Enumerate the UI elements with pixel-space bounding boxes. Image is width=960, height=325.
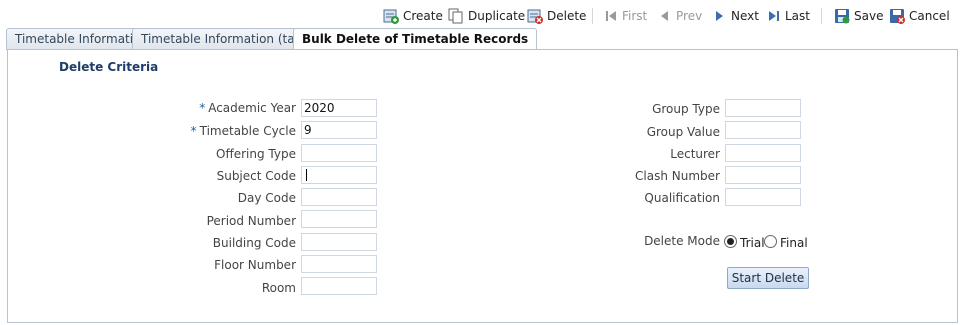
prev-icon [661, 11, 668, 21]
timetable-cycle-field[interactable]: 9 [301, 121, 377, 139]
delete-mode-trial-label: Trial [740, 236, 765, 250]
next-button[interactable]: Next [713, 6, 759, 26]
period-number-field[interactable] [301, 210, 377, 228]
day-code-label: Day Code [237, 191, 296, 205]
start-delete-button[interactable]: Start Delete [727, 267, 809, 289]
group-value-field[interactable] [725, 121, 801, 139]
tab-bulk-delete[interactable]: Bulk Delete of Timetable Records [293, 28, 538, 51]
next-label: Next [731, 9, 759, 23]
timetable-cycle-label-text: Timetable Cycle [199, 124, 296, 138]
last-button[interactable]: Last [767, 6, 810, 26]
floor-number-field[interactable] [301, 255, 377, 273]
timetable-cycle-label: * Timetable Cycle [126, 124, 296, 138]
offering-type-label: Offering Type [216, 147, 296, 161]
period-number-label: Period Number [206, 214, 296, 228]
qualification-label: Qualification [644, 191, 720, 205]
delete-mode-final-radio[interactable] [764, 235, 777, 248]
room-field[interactable] [301, 277, 377, 295]
day-code-field[interactable] [301, 188, 377, 206]
group-value-label: Group Value [646, 125, 720, 139]
create-label: Create [403, 9, 443, 23]
text-cursor [306, 169, 307, 181]
prev-button[interactable]: Prev [658, 6, 702, 26]
lecturer-label: Lecturer [670, 147, 720, 161]
academic-year-label: * Academic Year [126, 101, 296, 115]
first-label: First [622, 9, 648, 23]
group-type-label: Group Type [652, 102, 720, 116]
subject-code-label: Subject Code [216, 169, 296, 183]
create-button[interactable]: Create [383, 6, 443, 26]
first-icon [606, 11, 616, 21]
last-label: Last [785, 9, 810, 23]
lecturer-field[interactable] [725, 144, 801, 162]
save-button[interactable]: Save [834, 6, 883, 26]
building-code-label: Building Code [212, 236, 296, 250]
delete-label: Delete [547, 9, 587, 23]
delete-button[interactable]: Delete [527, 6, 586, 26]
toolbar-separator [821, 8, 822, 24]
duplicate-button[interactable]: Duplicate [448, 6, 525, 26]
clash-number-label: Clash Number [635, 169, 720, 183]
duplicate-icon [448, 8, 463, 24]
offering-type-field[interactable] [301, 144, 377, 162]
subject-code-field[interactable] [301, 166, 377, 184]
required-marker: * [190, 124, 197, 138]
delete-mode-final-label: Final [780, 236, 808, 250]
cancel-icon [890, 9, 905, 24]
room-label: Room [261, 281, 296, 295]
bulk-delete-panel: Delete Criteria * Academic Year 2020 * Tim… [7, 49, 958, 323]
academic-year-field[interactable]: 2020 [301, 99, 377, 117]
section-title: Delete Criteria [59, 60, 159, 74]
next-icon [716, 11, 723, 21]
save-label: Save [854, 9, 884, 23]
group-type-field[interactable] [725, 99, 801, 117]
toolbar-separator [592, 8, 593, 24]
clash-number-field[interactable] [725, 166, 801, 184]
cancel-button[interactable]: Cancel [889, 6, 950, 26]
academic-year-label-text: Academic Year [208, 101, 296, 115]
prev-label: Prev [676, 9, 703, 23]
save-icon [835, 9, 850, 24]
floor-number-label: Floor Number [214, 258, 296, 272]
building-code-field[interactable] [301, 233, 377, 251]
delete-mode-label: Delete Mode [644, 234, 720, 248]
first-button[interactable]: First [604, 6, 647, 26]
required-marker: * [199, 101, 206, 115]
delete-icon [527, 9, 543, 24]
toolbar: Create Duplicate Delete First Prev Next … [0, 0, 960, 30]
create-icon [383, 9, 399, 24]
qualification-field[interactable] [725, 188, 801, 206]
last-icon [769, 11, 779, 21]
delete-mode-trial-radio[interactable] [724, 235, 737, 248]
duplicate-label: Duplicate [468, 9, 526, 23]
cancel-label: Cancel [909, 9, 950, 23]
